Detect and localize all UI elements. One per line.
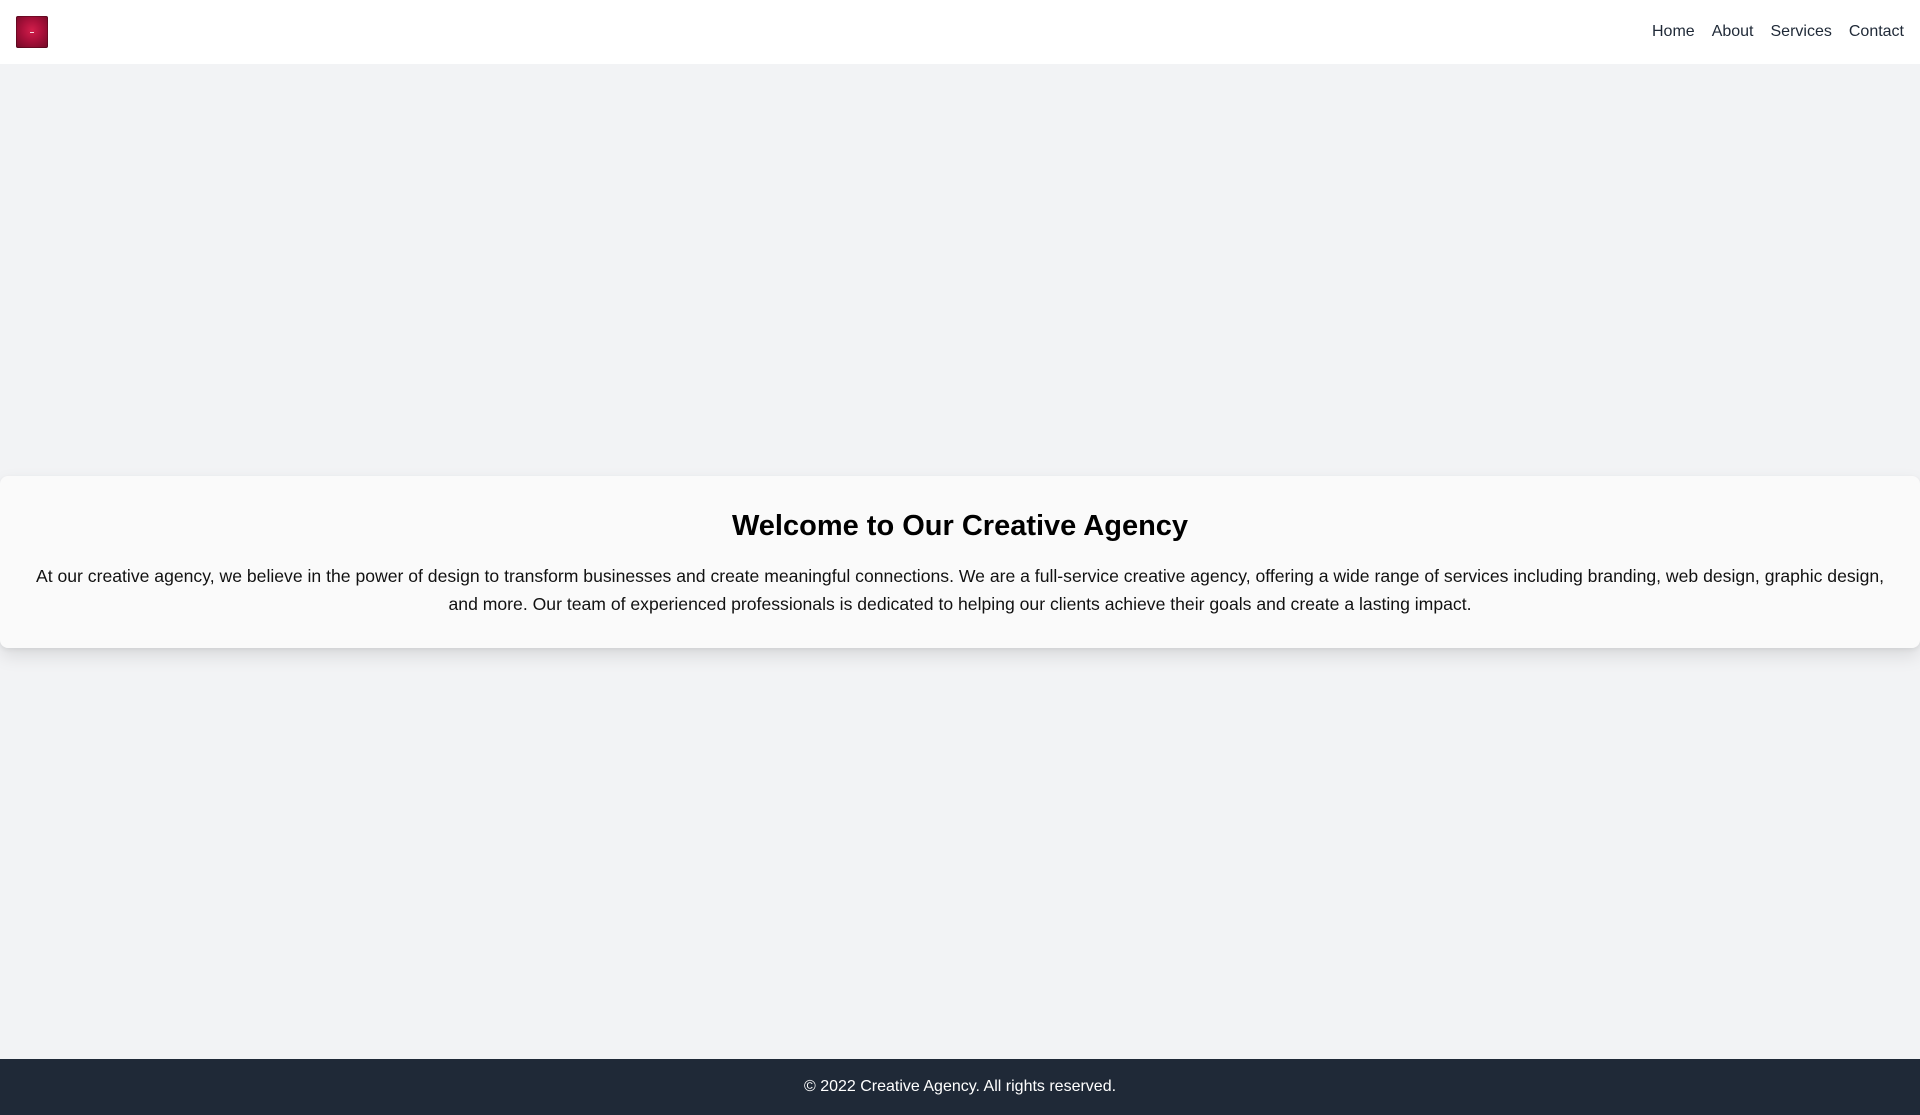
nav-about-link[interactable]: About [1712, 23, 1754, 41]
hero-paragraph: At our creative agency, we believe in th… [35, 566, 1885, 614]
main-nav: Home About Services Contact [1652, 0, 1904, 64]
site-header: Home About Services Contact [0, 0, 1920, 64]
nav-services-link[interactable]: Services [1771, 23, 1832, 41]
nav-home-link[interactable]: Home [1652, 23, 1695, 41]
hero-title: Welcome to Our Creative Agency [731, 510, 1189, 542]
logo-mark [30, 32, 34, 33]
site-footer: © 2022 Creative Agency. All rights reser… [0, 1059, 1920, 1115]
footer-copyright: © 2022 Creative Agency. All rights reser… [803, 1078, 1117, 1095]
nav-contact-link[interactable]: Contact [1849, 23, 1904, 41]
agency-logo-icon[interactable] [16, 16, 48, 48]
hero-card: Welcome to Our Creative Agency At our cr… [0, 476, 1920, 648]
